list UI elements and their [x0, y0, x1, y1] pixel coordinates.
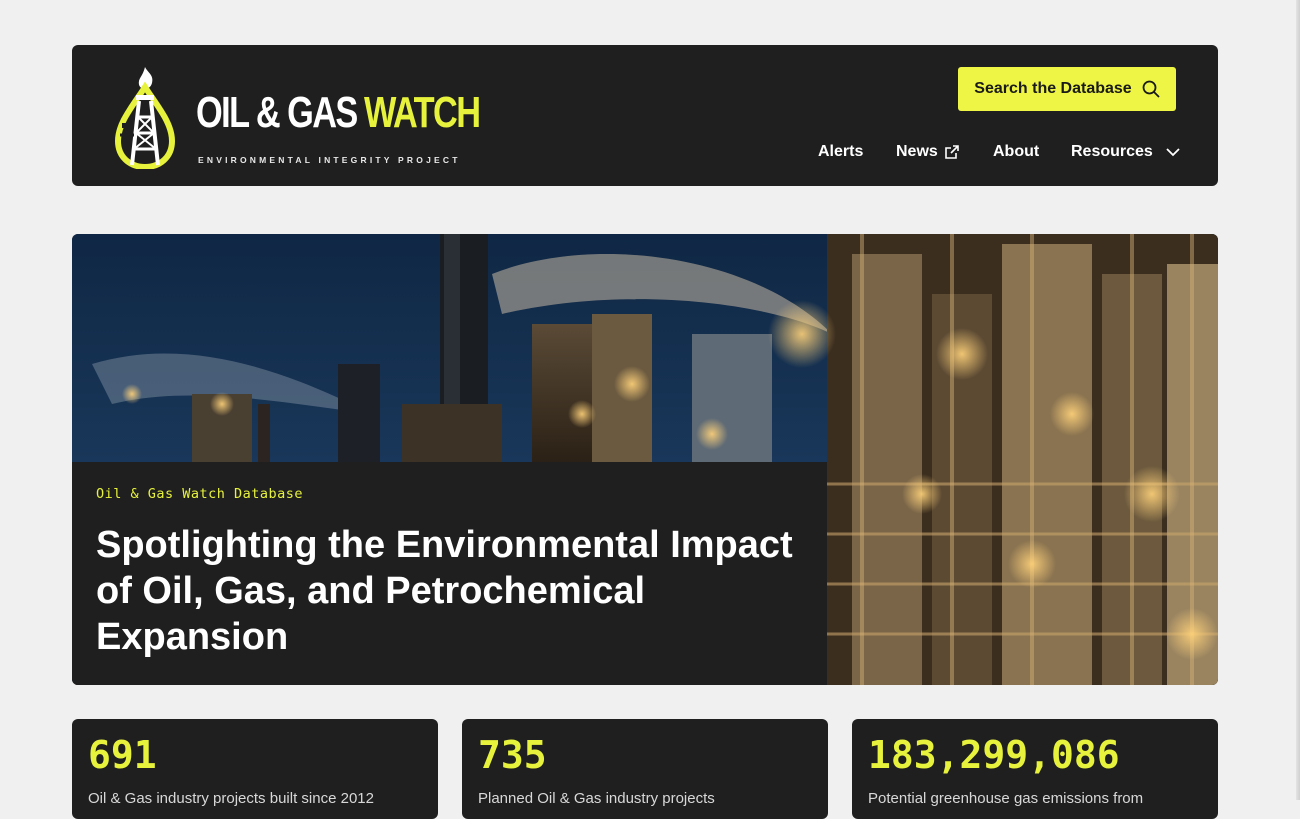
stat-label: Planned Oil & Gas industry projects — [478, 790, 715, 807]
logo-wordmark: OIL & GAS WATCH — [196, 91, 512, 135]
nav-label-alerts: Alerts — [818, 143, 864, 160]
chevron-down-icon — [1166, 148, 1180, 157]
search-icon — [1142, 80, 1160, 98]
hero-title: Spotlighting the Environmental Impact of… — [96, 524, 793, 658]
logo-tagline: ENVIRONMENTAL INTEGRITY PROJECT — [198, 155, 461, 165]
logo-word-accent: WATCH — [364, 88, 481, 137]
nav-item-alerts[interactable]: Alerts — [818, 143, 863, 161]
stat-value: 691 — [88, 733, 157, 777]
nav-item-about[interactable]: About — [993, 143, 1039, 161]
search-button-label: Search the Database — [974, 80, 1132, 97]
stat-label: Oil & Gas industry projects built since … — [88, 790, 374, 807]
stat-label: Potential greenhouse gas emissions from — [868, 790, 1144, 807]
hero-text-card: Oil & Gas Watch Database Spotlighting th… — [72, 462, 827, 685]
site-header: OIL & GAS WATCH ENVIRONMENTAL INTEGRITY P… — [72, 45, 1218, 186]
search-database-button[interactable]: Search the Database — [958, 67, 1176, 111]
nav-label-about: About — [993, 143, 1040, 160]
logo-word-main: OIL & GAS — [196, 88, 358, 137]
external-link-icon — [944, 145, 959, 159]
nav-item-resources[interactable]: Resources — [1071, 143, 1181, 161]
stat-value: 183,299,086 — [868, 733, 1120, 777]
stat-card-built: 691 Oil & Gas industry projects built si… — [72, 719, 438, 819]
stat-card-planned: 735 Planned Oil & Gas industry projects — [462, 719, 828, 819]
nav-item-news[interactable]: News — [896, 143, 960, 161]
window-edge — [1296, 0, 1300, 800]
hero-banner: Oil & Gas Watch Database Spotlighting th… — [72, 234, 1218, 685]
hero-eyebrow: Oil & Gas Watch Database — [96, 486, 304, 502]
site-logo[interactable]: OIL & GAS WATCH ENVIRONMENTAL INTEGRITY P… — [112, 65, 481, 169]
nav-label-news: News — [896, 143, 938, 160]
nav-label-resources: Resources — [1071, 143, 1153, 160]
stat-value: 735 — [478, 733, 547, 777]
stat-card-emissions: 183,299,086 Potential greenhouse gas emi… — [852, 719, 1218, 819]
oil-derrick-logo-icon — [114, 67, 176, 169]
